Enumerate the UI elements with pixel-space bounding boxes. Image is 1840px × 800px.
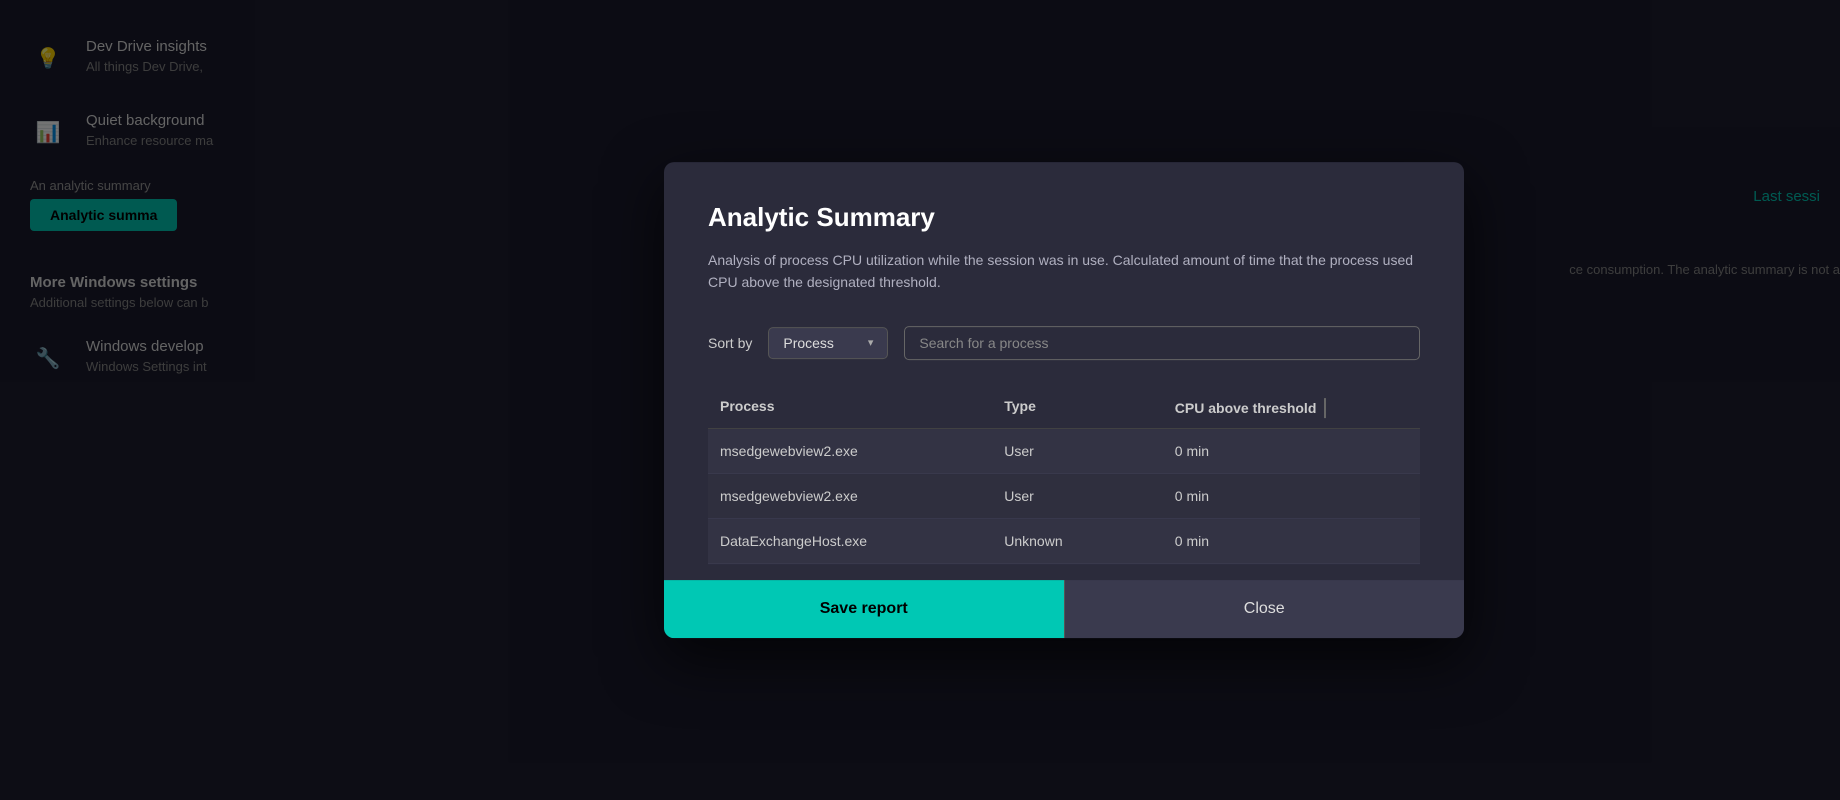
th-type: Type [1004,398,1175,418]
process-type: User [1004,443,1175,459]
search-input[interactable] [904,326,1420,360]
process-type: User [1004,488,1175,504]
table-header: Process Type CPU above threshold [708,388,1420,429]
modal-description: Analysis of process CPU utilization whil… [708,249,1420,294]
process-name: DataExchangeHost.exe [720,533,1004,549]
process-name: msedgewebview2.exe [720,443,1004,459]
modal-title: Analytic Summary [708,202,1420,233]
save-report-button[interactable]: Save report [664,580,1064,638]
chevron-down-icon: ▾ [868,336,874,349]
table-row: msedgewebview2.exe User 0 min [708,474,1420,519]
th-cpu: CPU above threshold [1175,398,1388,418]
controls-row: Sort by Process ▾ [708,326,1420,360]
process-table: Process Type CPU above threshold msedgew… [708,388,1420,564]
th-process: Process [720,398,1004,418]
table-row: msedgewebview2.exe User 0 min [708,429,1420,474]
sort-dropdown-value: Process [783,335,834,351]
table-row: DataExchangeHost.exe Unknown 0 min [708,519,1420,564]
search-box [904,326,1420,360]
process-cpu: 0 min [1175,488,1388,504]
column-divider [1324,398,1326,418]
modal-body: Analytic Summary Analysis of process CPU… [664,162,1464,564]
process-type: Unknown [1004,533,1175,549]
close-button[interactable]: Close [1064,580,1465,638]
sort-by-dropdown[interactable]: Process ▾ [768,327,888,359]
th-cpu-label: CPU above threshold [1175,400,1317,416]
modal-footer: Save report Close [664,580,1464,638]
process-name: msedgewebview2.exe [720,488,1004,504]
process-cpu: 0 min [1175,443,1388,459]
analytic-summary-modal: Analytic Summary Analysis of process CPU… [664,162,1464,638]
process-cpu: 0 min [1175,533,1388,549]
sort-label: Sort by [708,335,752,351]
